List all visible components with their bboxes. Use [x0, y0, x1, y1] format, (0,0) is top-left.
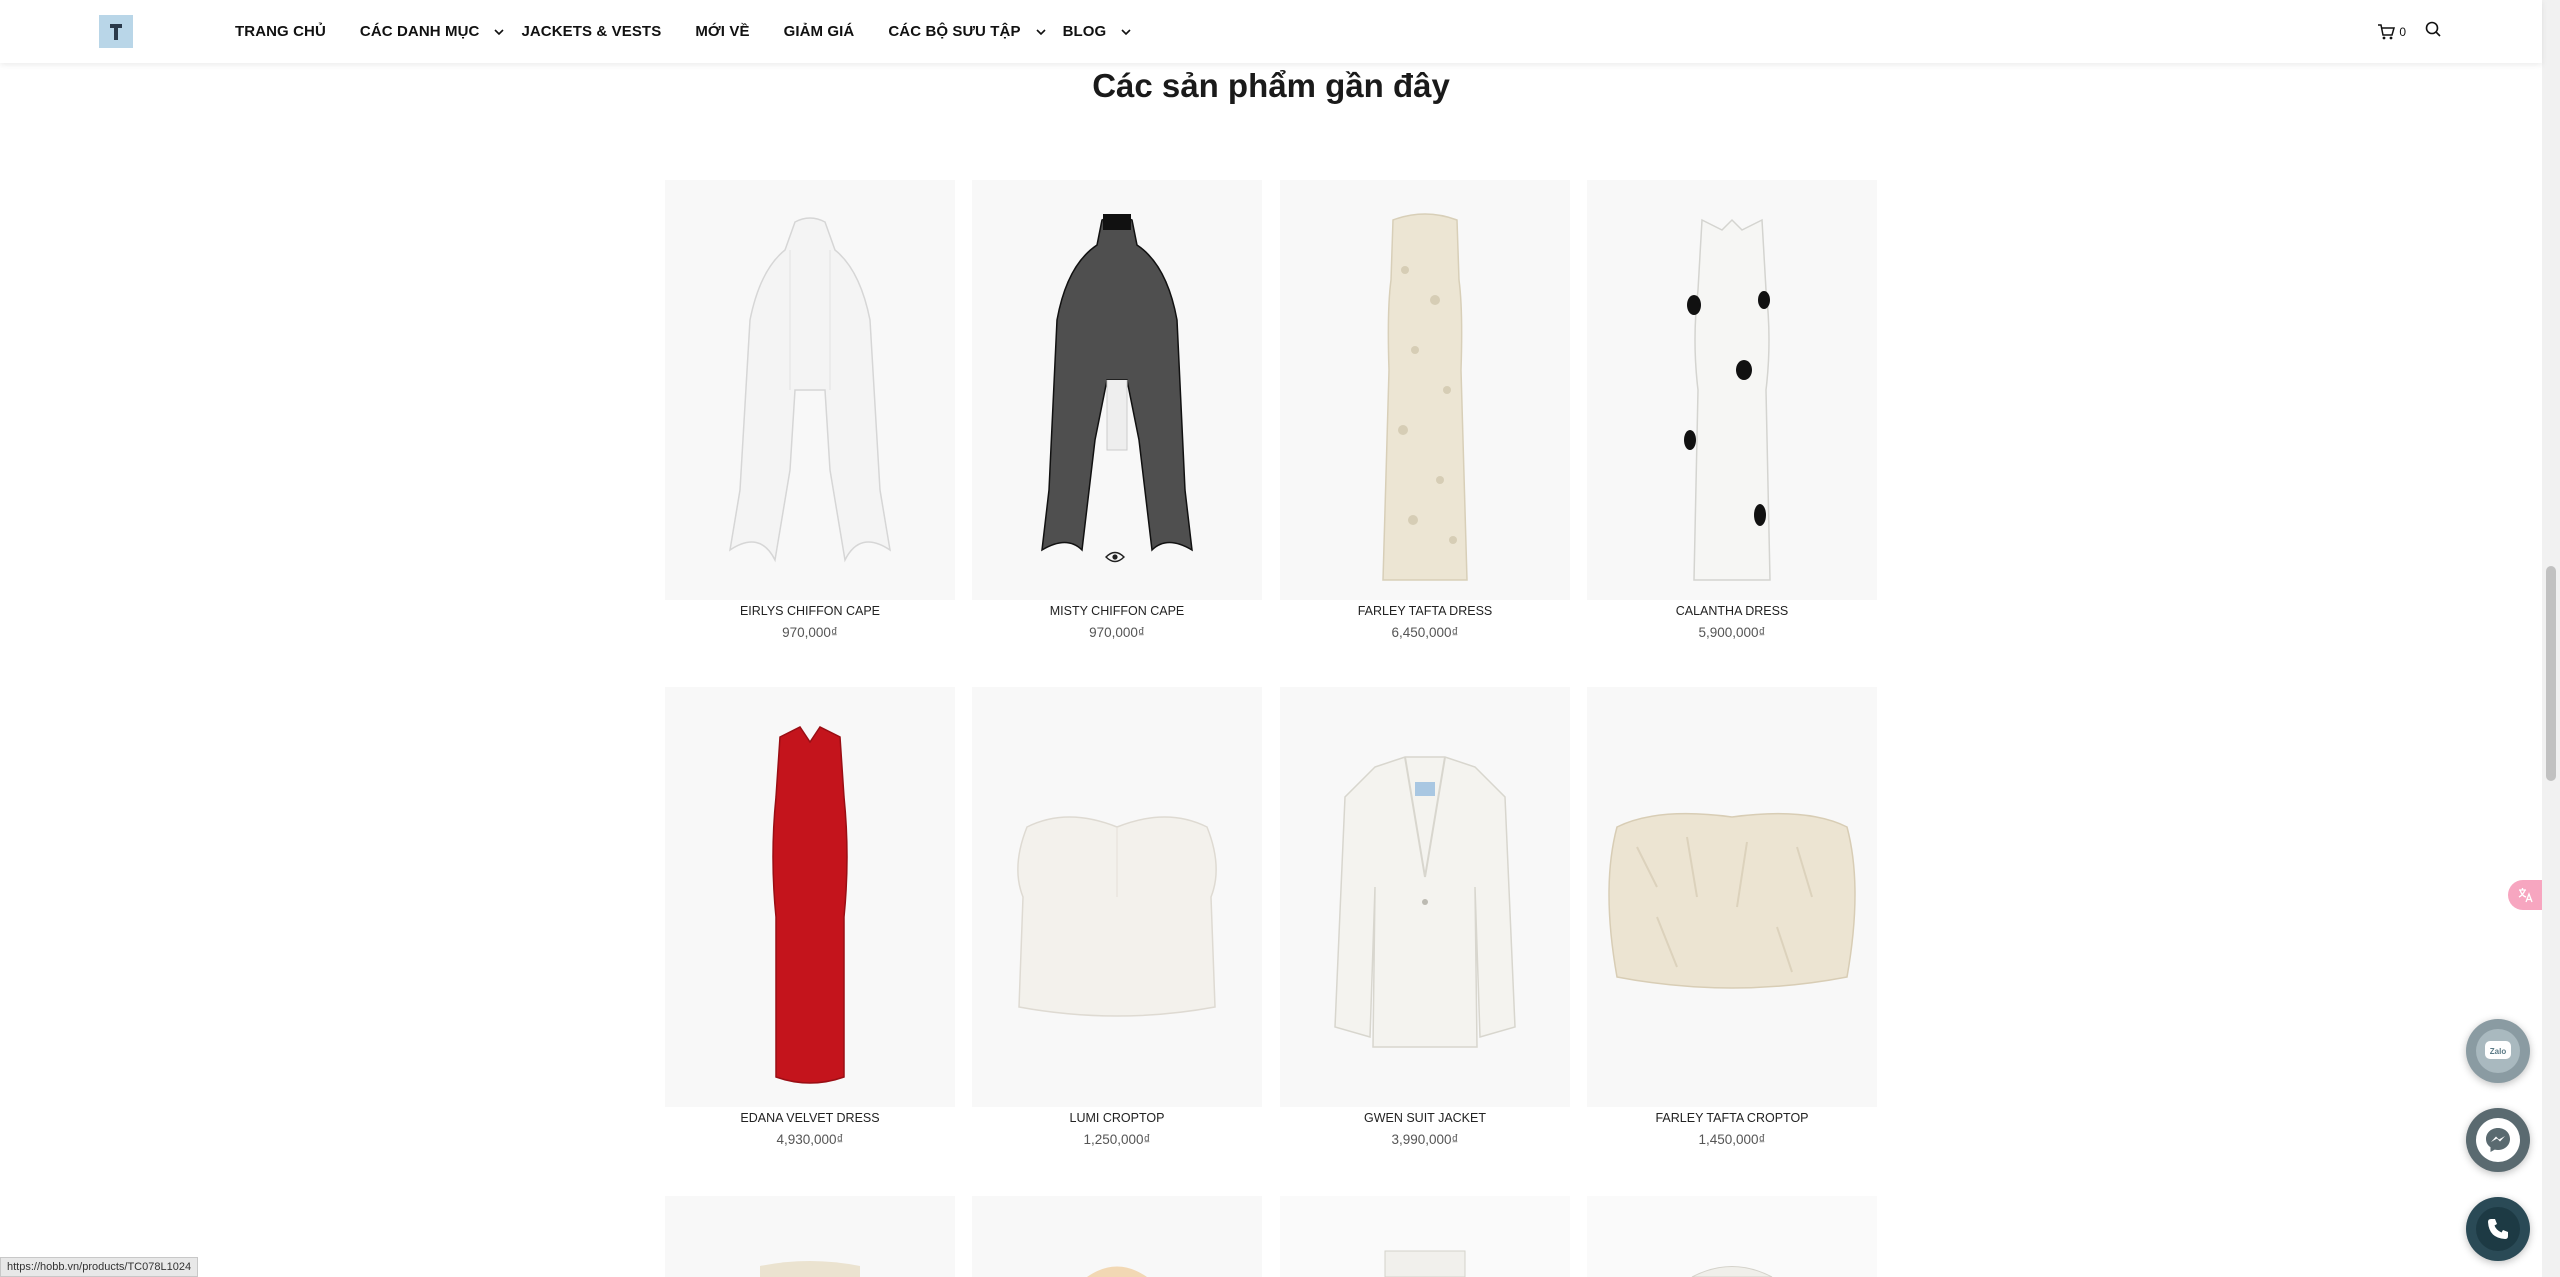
product-price: 1,250,000₫ [1083, 1132, 1151, 1147]
cart-icon [2378, 23, 2396, 39]
product-card[interactable]: GWEN SUIT JACKET 3,990,000₫ [1280, 687, 1570, 1151]
chevron-down-icon[interactable] [493, 26, 505, 38]
product-card[interactable]: EIRLYS CHIFFON CAPE 970,000₫ [665, 180, 955, 644]
cart-button[interactable]: 0 [2377, 23, 2406, 41]
chevron-down-icon[interactable] [1120, 26, 1132, 38]
header-actions: 0 [2377, 0, 2442, 63]
white-jacket-image [1334, 756, 1516, 1048]
product-card[interactable] [972, 1196, 1262, 1277]
nav-item-jackets-vests[interactable]: JACKETS & VESTS [521, 23, 661, 40]
product-price: 1,450,000₫ [1698, 1132, 1766, 1147]
zalo-button[interactable]: Zalo [2466, 1019, 2530, 1083]
phone-call-button[interactable] [2466, 1197, 2530, 1261]
search-button[interactable] [2424, 20, 2442, 43]
page-scrollbar[interactable] [2542, 0, 2560, 1277]
product-card[interactable]: EDANA VELVET DRESS 4,930,000₫ [665, 687, 955, 1151]
product-image[interactable] [1587, 180, 1877, 600]
product-price: 5,900,000₫ [1698, 625, 1766, 640]
nav-label: MỚI VỀ [695, 23, 750, 40]
partial-product-image [1087, 1266, 1147, 1277]
product-card[interactable]: CALANTHA DRESS 5,900,000₫ [1587, 180, 1877, 644]
product-price: 970,000₫ [782, 625, 838, 640]
product-image[interactable] [1587, 687, 1877, 1107]
translate-widget[interactable] [2508, 880, 2542, 910]
feather-croptop-image [1608, 812, 1856, 989]
product-image[interactable] [1280, 1196, 1570, 1277]
section-title: Các sản phẩm gần đây [1092, 67, 1450, 104]
nav-label: CÁC BỘ SƯU TẬP [888, 23, 1021, 40]
main-nav: TRANG CHỦ CÁC DANH MỤC JACKETS & VESTS M… [235, 0, 1132, 63]
white-croptop-image [1017, 816, 1217, 1017]
white-black-dress-image [1684, 218, 1771, 581]
white-cape-image [728, 217, 892, 563]
scrollbar-thumb[interactable] [2546, 566, 2556, 781]
nav-label: TRANG CHỦ [235, 23, 326, 40]
product-card[interactable] [1587, 1196, 1877, 1277]
partial-product-image [1384, 1250, 1466, 1277]
search-icon [2425, 21, 2441, 37]
product-card[interactable]: MISTY CHIFFON CAPE 970,000₫ [972, 180, 1262, 644]
nav-item-sale[interactable]: GIẢM GIÁ [784, 23, 855, 40]
site-header: TRANG CHỦ CÁC DANH MỤC JACKETS & VESTS M… [0, 0, 2542, 63]
product-image[interactable] [1280, 687, 1570, 1107]
product-name[interactable]: EDANA VELVET DRESS [665, 1107, 955, 1129]
product-card[interactable] [1280, 1196, 1570, 1277]
product-card[interactable]: FARLEY TAFTA CROPTOP 1,450,000₫ [1587, 687, 1877, 1151]
nav-label: CÁC DANH MỤC [359, 23, 480, 40]
nav-item-blog[interactable]: BLOG [1063, 23, 1133, 40]
nav-label: GIẢM GIÁ [783, 23, 855, 40]
product-name[interactable]: CALANTHA DRESS [1587, 600, 1877, 622]
cart-count: 0 [2399, 24, 2406, 39]
messenger-icon [2486, 1128, 2510, 1152]
partial-product-image [1691, 1266, 1773, 1277]
product-name[interactable]: MISTY CHIFFON CAPE [972, 600, 1262, 622]
site-logo[interactable] [99, 15, 133, 48]
nav-item-new-arrivals[interactable]: MỚI VỀ [695, 23, 749, 40]
svg-text:Zalo: Zalo [2490, 1047, 2507, 1056]
red-dress-image [772, 726, 848, 1084]
logo-icon [110, 23, 122, 40]
product-price: 6,450,000₫ [1391, 625, 1459, 640]
status-bar-url: https://hobb.vn/products/TC078L1024 [0, 1257, 199, 1277]
product-name[interactable]: LUMI CROPTOP [972, 1107, 1262, 1129]
product-image[interactable] [665, 1196, 955, 1277]
product-name[interactable]: EIRLYS CHIFFON CAPE [665, 600, 955, 622]
phone-icon [2488, 1219, 2508, 1239]
nav-item-categories[interactable]: CÁC DANH MỤC [360, 23, 506, 40]
quick-view-eye-icon[interactable] [1105, 550, 1125, 564]
messenger-button[interactable] [2466, 1108, 2530, 1172]
zalo-icon: Zalo [2485, 1041, 2511, 1059]
product-card[interactable]: LUMI CROPTOP 1,250,000₫ [972, 687, 1262, 1151]
nav-label: JACKETS & VESTS [521, 23, 662, 40]
product-name[interactable]: FARLEY TAFTA DRESS [1280, 600, 1570, 622]
translate-icon [2518, 888, 2533, 903]
product-price: 4,930,000₫ [776, 1132, 844, 1147]
nav-item-collections[interactable]: CÁC BỘ SƯU TẬP [888, 23, 1046, 40]
product-image[interactable] [665, 180, 955, 600]
product-card[interactable] [665, 1196, 955, 1277]
product-card[interactable]: FARLEY TAFTA DRESS 6,450,000₫ [1280, 180, 1570, 644]
product-image[interactable] [1587, 1196, 1877, 1277]
chevron-down-icon[interactable] [1035, 26, 1047, 38]
product-name[interactable]: FARLEY TAFTA CROPTOP [1587, 1107, 1877, 1129]
black-cape-image [1041, 214, 1193, 552]
product-image[interactable] [665, 687, 955, 1107]
product-name[interactable]: GWEN SUIT JACKET [1280, 1107, 1570, 1129]
nav-label: BLOG [1062, 23, 1107, 40]
product-price: 3,990,000₫ [1391, 1132, 1459, 1147]
product-image[interactable] [972, 1196, 1262, 1277]
product-image[interactable] [972, 180, 1262, 600]
product-image[interactable] [972, 687, 1262, 1107]
nav-item-home[interactable]: TRANG CHỦ [235, 23, 326, 40]
partial-product-image [760, 1261, 860, 1277]
product-image[interactable] [1280, 180, 1570, 600]
beige-dress-image [1382, 213, 1468, 581]
product-price: 970,000₫ [1089, 625, 1145, 640]
